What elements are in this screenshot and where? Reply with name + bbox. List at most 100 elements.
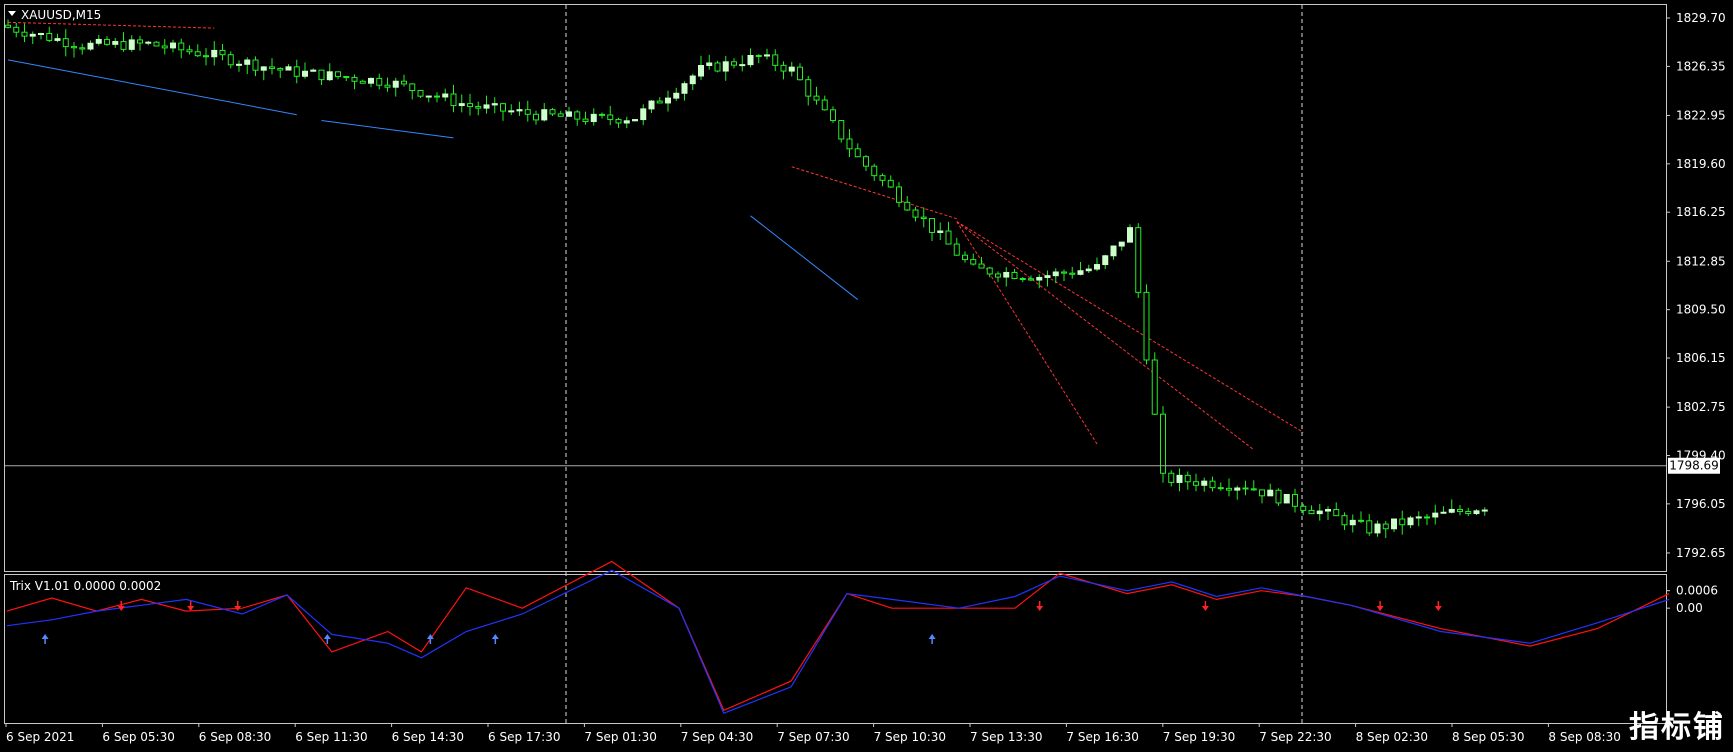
candle-body <box>442 93 449 98</box>
candle-body <box>252 59 259 71</box>
candle-body <box>1143 291 1150 361</box>
candle-body <box>425 95 432 98</box>
candle-body <box>1102 255 1109 266</box>
candle-body <box>920 216 927 220</box>
candle-body <box>38 33 44 36</box>
time-tick-label: 6 Sep 05:30 <box>102 730 174 744</box>
candle-body <box>467 103 473 108</box>
candle-body <box>1168 472 1175 483</box>
candle-body <box>104 38 110 45</box>
time-tick-label: 6 Sep 11:30 <box>295 730 367 744</box>
price-tick-label: 1816.25 <box>1676 205 1726 219</box>
price-tick-label: 1792.65 <box>1676 546 1726 560</box>
candle-body <box>1135 227 1142 293</box>
candle-body <box>1473 510 1480 515</box>
candle-body <box>887 179 894 188</box>
candle-body <box>1226 487 1232 491</box>
price-tick-label: 1819.60 <box>1676 157 1726 171</box>
candle-body <box>1481 509 1488 512</box>
candle-body <box>491 103 498 106</box>
candle-body <box>244 59 251 65</box>
candle-body <box>236 63 242 66</box>
candle-body <box>607 114 614 120</box>
candle-body <box>351 76 358 82</box>
candle-body <box>788 66 795 72</box>
candle-body <box>508 110 515 113</box>
candle-body <box>533 113 539 121</box>
candle-body <box>1366 520 1373 534</box>
candle-body <box>178 42 185 51</box>
candle-body <box>450 93 457 107</box>
time-tick-label: 7 Sep 01:30 <box>584 730 656 744</box>
candle-body <box>821 99 828 111</box>
candle-body <box>953 243 960 256</box>
time-tick-label: 7 Sep 16:30 <box>1066 730 1138 744</box>
candle-body <box>310 69 317 72</box>
candle-body <box>1432 512 1439 518</box>
candle-body <box>1382 523 1389 530</box>
candle-body <box>879 175 886 181</box>
candle-body <box>896 186 902 203</box>
time-tick-label: 6 Sep 17:30 <box>488 730 560 744</box>
current-price-label: 1798.69 <box>1669 459 1719 473</box>
candle-body <box>269 66 275 69</box>
candle-body <box>161 45 168 49</box>
candle-body <box>326 71 333 81</box>
candle-body <box>665 97 671 104</box>
candle-body <box>689 75 696 85</box>
candle-body <box>203 55 209 58</box>
candle-body <box>1036 276 1043 281</box>
candle-body <box>5 24 11 28</box>
candle-body <box>194 51 201 57</box>
candle-body <box>516 109 523 112</box>
candle-body <box>615 118 622 124</box>
candle-body <box>632 119 638 122</box>
candle-body <box>1316 510 1323 515</box>
candle-body <box>417 90 424 97</box>
candle-body <box>1052 271 1059 277</box>
candle-body <box>1110 245 1117 257</box>
candle-body <box>392 80 399 88</box>
time-tick-label: 6 Sep 08:30 <box>199 730 271 744</box>
candle-body <box>1003 271 1010 278</box>
time-tick-label: 8 Sep 05:30 <box>1452 730 1524 744</box>
candle-body <box>1283 493 1290 504</box>
candle-body <box>962 254 968 261</box>
candle-body <box>1151 359 1158 415</box>
candle-body <box>71 46 77 49</box>
candle-body <box>1448 508 1455 513</box>
candle-body <box>359 80 366 84</box>
candle-body <box>780 64 787 72</box>
candle-body <box>318 69 325 81</box>
price-tick-label: 1806.15 <box>1676 351 1726 365</box>
candle-body <box>937 230 944 233</box>
time-tick-label: 7 Sep 07:30 <box>777 730 849 744</box>
candle-body <box>574 111 581 120</box>
candle-body <box>137 39 143 44</box>
candle-body <box>854 148 861 158</box>
candle-body <box>227 54 234 66</box>
time-tick-label: 7 Sep 13:30 <box>970 730 1042 744</box>
price-tick-label: 1809.50 <box>1676 303 1726 317</box>
candle-body <box>714 62 721 72</box>
candle-body <box>1160 413 1166 474</box>
candle-body <box>1028 278 1034 281</box>
candle-body <box>640 108 647 121</box>
time-tick-label: 6 Sep 14:30 <box>392 730 464 744</box>
candle-body <box>945 230 952 245</box>
candle-body <box>1044 275 1051 278</box>
candle-body <box>29 33 36 37</box>
candle-body <box>153 41 160 47</box>
candle-body <box>764 54 770 57</box>
chart-canvas[interactable]: XAUUSD,M15 Trix V1.01 0.0000 0.0002 1829… <box>0 0 1733 752</box>
candle-body <box>698 65 704 77</box>
candle-body <box>805 79 812 97</box>
candle-body <box>747 54 754 66</box>
candle-body <box>706 62 713 67</box>
time-tick-label: 7 Sep 22:30 <box>1259 730 1331 744</box>
candle-body <box>285 66 292 71</box>
candle-body <box>590 113 597 123</box>
candle-body <box>1019 277 1026 280</box>
candle-body <box>623 120 630 124</box>
candle-body <box>343 76 350 79</box>
